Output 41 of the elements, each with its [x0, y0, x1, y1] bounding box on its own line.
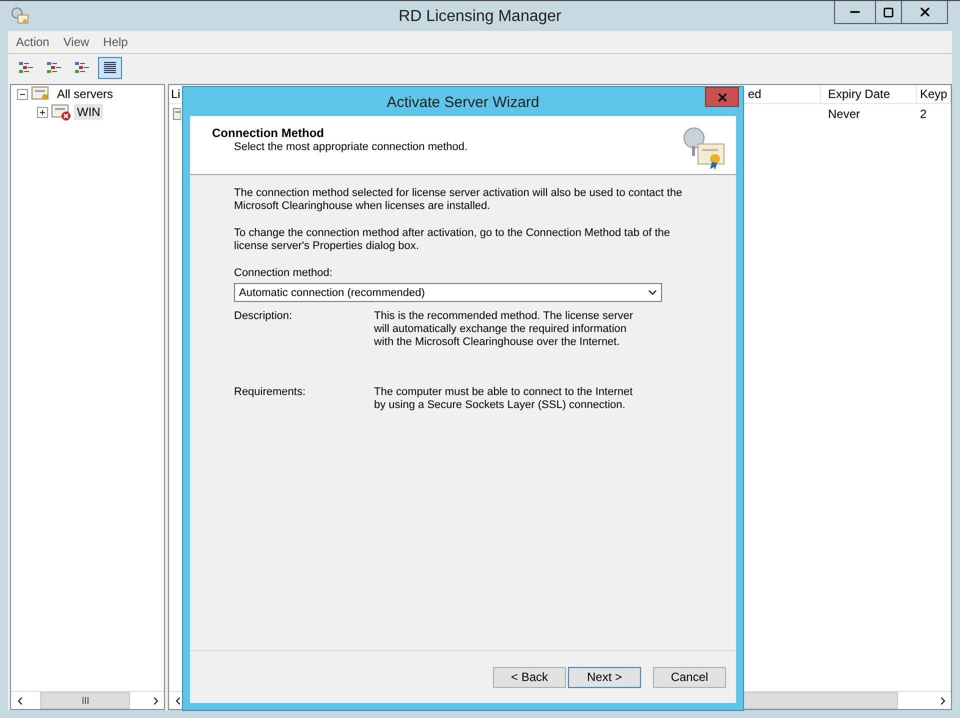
table-cell-text: Never — [827, 107, 862, 121]
wizard-button[interactable]: Next > — [568, 666, 641, 688]
list-view-icon — [102, 61, 118, 75]
instruction-text: To change the connection method after activation, go to the Connection Method tab of the license server's Properties dialog box. — [234, 227, 672, 253]
expander-icon[interactable] — [17, 88, 28, 100]
menu-item[interactable]: View — [63, 35, 90, 49]
menu-item[interactable]: Action — [16, 35, 50, 49]
connection-method-dropdown[interactable]: Automatic connection (recommended) — [234, 283, 662, 302]
table-cell-text: 2 — [919, 107, 928, 121]
scroll-right-button[interactable] — [147, 692, 164, 709]
detail-text: The computer must be able to connect to the Internet by using a Secure Sockets Layer (SSL) connection. — [374, 386, 634, 412]
detail-text: This is the recommended method. The license server will automatically exchange the required information with the Microsoft Clearinghouse over the Internet. — [374, 310, 634, 349]
column-header[interactable]: Expiry Date — [821, 85, 917, 103]
close-icon — [716, 90, 728, 104]
column-header[interactable]: Keyp — [917, 85, 951, 103]
tree-item[interactable]: WIN — [74, 104, 104, 120]
dialog-title: Activate Server Wizard — [386, 94, 540, 111]
maximize-icon — [883, 6, 894, 18]
certificate-icon — [10, 6, 30, 26]
scroll-left-button[interactable] — [11, 692, 28, 709]
wizard-button[interactable]: Cancel — [653, 666, 726, 688]
tree-view-icon — [46, 61, 62, 75]
page-heading: Connection Method — [212, 126, 325, 140]
expander-icon[interactable] — [37, 106, 48, 118]
close-icon — [918, 5, 932, 19]
page-subheading: Select the most appropriate connection method. — [233, 141, 469, 153]
instruction-text: The connection method selected for license server activation will also be used to contact the Microsoft Clearinghouse when licenses are installed. — [234, 187, 684, 213]
tree-view-icon — [18, 61, 34, 75]
tree-view-icon — [74, 61, 90, 75]
detail-label: Requirements: — [234, 386, 307, 400]
wizard-button[interactable]: < Back — [493, 666, 566, 688]
scroll-thumb[interactable] — [40, 692, 130, 709]
detail-label: Description: — [234, 310, 294, 324]
tree-item[interactable]: All servers — [54, 86, 116, 102]
toolbar-button[interactable] — [98, 57, 122, 79]
field-label: Connection method: — [234, 267, 334, 279]
menu-item[interactable]: Help — [103, 35, 128, 49]
dish-certificate-icon — [682, 126, 726, 170]
license-icon — [173, 108, 181, 120]
window-title: RD Licensing Manager — [398, 8, 562, 26]
scroll-right-button[interactable] — [934, 692, 951, 709]
